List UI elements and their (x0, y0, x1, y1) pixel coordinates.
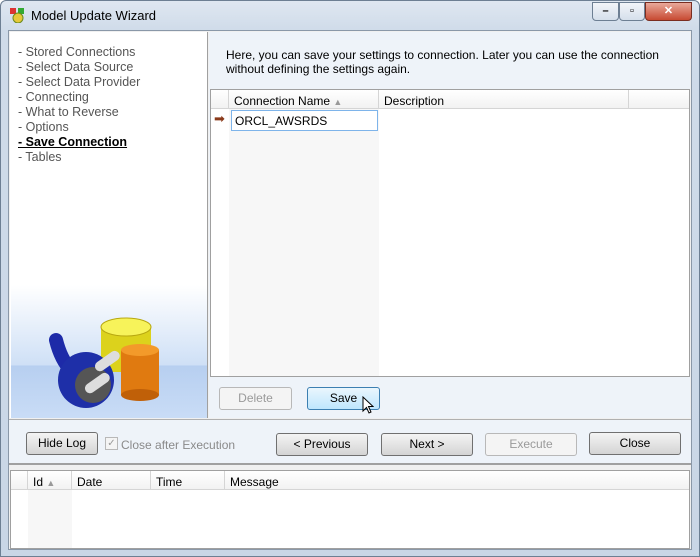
close-icon: ✕ (663, 5, 674, 17)
log-column-time[interactable]: Time (151, 471, 225, 490)
column-header-description[interactable]: Description (379, 90, 629, 109)
step-tables: - Tables (18, 150, 62, 164)
step-connecting: - Connecting (18, 90, 89, 104)
app-icon (10, 8, 24, 23)
step-what-to-reverse: - What to Reverse (18, 105, 119, 119)
log-grid: Id ▲ Date Time Message (10, 470, 690, 549)
sort-ascending-icon: ▲ (46, 478, 56, 488)
delete-button[interactable]: Delete (219, 387, 292, 410)
log-row-header (11, 471, 28, 490)
maximize-button[interactable]: ▫ (619, 2, 645, 21)
close-after-execution-checkbox[interactable]: ✓ (105, 437, 118, 450)
column-label: Id (33, 475, 44, 489)
mouse-cursor-icon (362, 396, 374, 414)
database-plug-icon (49, 317, 159, 408)
previous-button[interactable]: < Previous (276, 433, 368, 456)
row-header-column (211, 90, 229, 109)
log-column-id[interactable]: Id ▲ (28, 471, 72, 490)
sort-ascending-icon: ▲ (333, 97, 343, 107)
close-window-button[interactable]: ✕ (645, 2, 692, 21)
column-label: Connection Name (234, 94, 331, 108)
column-header-connection-name[interactable]: Connection Name ▲ (229, 90, 379, 109)
description-cell[interactable] (379, 110, 629, 131)
step-save-connection: - Save Connection (18, 135, 128, 149)
step-stored-connections: - Stored Connections (18, 45, 136, 59)
minimize-button[interactable]: – (592, 2, 619, 21)
connection-name-cell-editor[interactable]: ORCL_AWSRDS (231, 110, 378, 131)
hide-log-button[interactable]: Hide Log (26, 432, 98, 455)
current-row-arrow-icon: ➡ (214, 111, 225, 126)
connections-grid: Connection Name ▲ Description ➡ ORCL_AWS… (210, 89, 690, 377)
close-button[interactable]: Close (589, 432, 681, 455)
window-title: Model Update Wizard (31, 8, 156, 23)
step-select-data-source: - Select Data Source (18, 60, 134, 74)
minimize-icon: – (602, 5, 609, 17)
close-after-execution-label: Close after Execution (121, 438, 236, 452)
steps-list: - Stored Connections - Select Data Sourc… (18, 45, 140, 165)
step-select-data-provider: - Select Data Provider (18, 75, 141, 89)
execute-button[interactable]: Execute (485, 433, 577, 456)
step-options: - Options (18, 120, 69, 134)
step-description: Here, you can save your settings to conn… (226, 48, 659, 76)
log-column-message[interactable]: Message (225, 471, 689, 490)
wizard-illustration (11, 285, 207, 418)
connection-name-column-bg (229, 109, 379, 376)
log-column-date[interactable]: Date (72, 471, 151, 490)
next-button[interactable]: Next > (381, 433, 473, 456)
column-header-filler (629, 90, 689, 109)
maximize-icon: ▫ (630, 5, 634, 17)
log-id-column-bg (28, 490, 72, 548)
